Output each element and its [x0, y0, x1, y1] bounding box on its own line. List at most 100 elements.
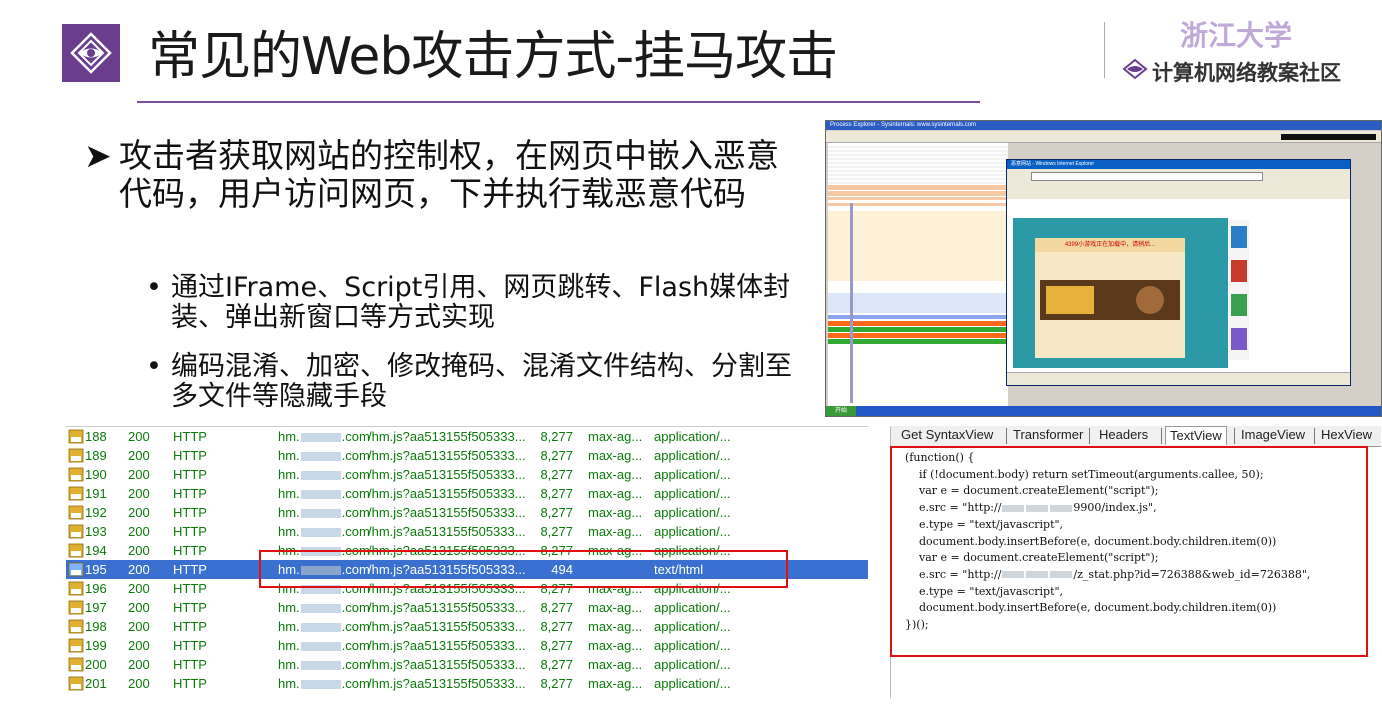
cell-result: 200	[128, 676, 150, 691]
cell-host: hm. .com	[278, 465, 370, 484]
host-suffix: .com	[341, 467, 370, 482]
js-file-icon	[68, 619, 84, 634]
cell-caching: max-ag...	[588, 524, 643, 539]
university-logo-text: 浙江大学	[1180, 19, 1293, 52]
tab-imageview[interactable]: ImageView	[1241, 426, 1305, 444]
cell-caching: max-ag...	[588, 638, 643, 653]
cell-url: /hm.js?aa513155f505333...	[368, 467, 526, 482]
diamond-eye-icon	[62, 24, 120, 82]
ie-status-bar	[1007, 372, 1350, 385]
main-bullet-text: 攻击者获取网站的控制权，在网页中嵌入恶意代码，用户访问网页，下并执行载恶意代码	[119, 136, 779, 213]
tab-headers[interactable]: Headers	[1099, 426, 1148, 444]
cell-number: 192	[85, 505, 107, 520]
cell-host: hm. .com	[278, 427, 370, 446]
js-file-icon	[68, 505, 84, 520]
tab-textview[interactable]: TextView	[1165, 426, 1227, 445]
cell-caching: max-ag...	[588, 600, 643, 615]
cell-protocol: HTTP	[173, 600, 207, 615]
game-banner-icon	[1040, 280, 1180, 320]
cell-content-type: application/...	[654, 524, 731, 539]
cell-number: 191	[85, 486, 107, 501]
cell-protocol: HTTP	[173, 619, 207, 634]
cell-number: 201	[85, 676, 107, 691]
cell-url: /hm.js?aa513155f505333...	[368, 600, 526, 615]
sub-bullet-2-text: 编码混淆、加密、修改掩码、混淆文件结构、分割至多文件等隐藏手段	[171, 351, 792, 412]
redacted-host	[300, 490, 341, 500]
cell-caching: max-ag...	[588, 505, 643, 520]
cell-body-size: 8,277	[540, 486, 573, 501]
host-suffix: .com	[341, 524, 370, 539]
cell-number: 198	[85, 619, 107, 634]
cell-number: 193	[85, 524, 107, 539]
redacted-host	[300, 433, 341, 443]
host-suffix: .com	[341, 676, 370, 691]
cell-number: 199	[85, 638, 107, 653]
table-row[interactable]: 193 200 HTTP hm. .com/hm.js?aa513155f505333.…	[66, 522, 868, 541]
table-row[interactable]: 200 200 HTTP hm. .com/hm.js?aa513155f505333.…	[66, 655, 868, 674]
tab-separator	[1234, 428, 1235, 444]
ie-page-body: 4399小游戏正在加载中，请稍后...	[1007, 200, 1350, 372]
table-row[interactable]: 190 200 HTTP hm. .com/hm.js?aa513155f505333.…	[66, 465, 868, 484]
cell-number: 189	[85, 448, 107, 463]
cell-body-size: 8,277	[540, 505, 573, 520]
host-suffix: .com	[341, 638, 370, 653]
js-file-icon	[68, 581, 84, 596]
table-row[interactable]: 198 200 HTTP hm. .com/hm.js?aa513155f505333.…	[66, 617, 868, 636]
tab-transformer[interactable]: Transformer	[1013, 426, 1083, 444]
redacted-host	[300, 680, 341, 690]
table-row[interactable]: 197 200 HTTP hm. .com/hm.js?aa513155f505333.…	[66, 598, 868, 617]
cell-body-size: 8,277	[540, 600, 573, 615]
cell-body-size: 8,277	[540, 676, 573, 691]
cell-url: /hm.js?aa513155f505333...	[368, 505, 526, 520]
table-row[interactable]: 188 200 HTTP hm. .com/hm.js?aa513155f505333.…	[66, 427, 868, 446]
cell-host: hm. .com	[278, 636, 370, 655]
community-diamond-icon	[1122, 58, 1148, 85]
js-file-icon	[68, 524, 84, 539]
start-button: 开始	[826, 406, 856, 416]
tab-hexview[interactable]: HexView	[1321, 426, 1372, 444]
cell-caching: max-ag...	[588, 657, 643, 672]
table-row[interactable]: 191 200 HTTP hm. .com/hm.js?aa513155f505333.…	[66, 484, 868, 503]
cell-host: hm. .com	[278, 522, 370, 541]
title-underline	[137, 101, 980, 103]
table-row[interactable]: 189 200 HTTP hm. .com/hm.js?aa513155f505333.…	[66, 446, 868, 465]
cell-result: 200	[128, 638, 150, 653]
ie-page-background: 4399小游戏正在加载中，请稍后...	[1013, 218, 1228, 368]
host-suffix: .com	[341, 486, 370, 501]
cell-result: 200	[128, 600, 150, 615]
cell-number: 194	[85, 543, 107, 558]
html-file-icon	[68, 562, 84, 577]
community-name: 计算机网络教案社区	[1152, 61, 1341, 85]
cell-number: 196	[85, 581, 107, 596]
host-suffix: .com	[341, 619, 370, 634]
cell-host: hm. .com	[278, 674, 370, 693]
cell-body-size: 8,277	[540, 619, 573, 634]
cell-number: 190	[85, 467, 107, 482]
table-row[interactable]: 192 200 HTTP hm. .com/hm.js?aa513155f505333.…	[66, 503, 868, 522]
js-file-icon	[68, 486, 84, 501]
process-rows-graphic	[828, 143, 1008, 411]
cell-url: /hm.js?aa513155f505333...	[368, 448, 526, 463]
cell-body-size: 8,277	[540, 524, 573, 539]
table-row[interactable]: 201 200 HTTP hm. .com/hm.js?aa513155f505333.…	[66, 674, 868, 693]
arrow-bullet-icon: ➤	[84, 136, 112, 175]
cell-content-type: application/...	[654, 619, 731, 634]
dot-bullet-icon: •	[146, 272, 162, 303]
redacted-host	[300, 661, 341, 671]
cell-content-type: application/...	[654, 676, 731, 691]
cell-protocol: HTTP	[173, 562, 207, 577]
slide-logo-mark	[62, 24, 120, 82]
cell-caching: max-ag...	[588, 619, 643, 634]
tab-separator	[1161, 428, 1162, 444]
cell-protocol: HTTP	[173, 543, 207, 558]
host-prefix: hm.	[278, 467, 300, 482]
cell-number: 197	[85, 600, 107, 615]
cell-url: /hm.js?aa513155f505333...	[368, 676, 526, 691]
cell-result: 200	[128, 524, 150, 539]
cell-result: 200	[128, 448, 150, 463]
cell-url: /hm.js?aa513155f505333...	[368, 619, 526, 634]
tab-syntaxview[interactable]: Get SyntaxView	[901, 426, 993, 444]
game-card-header: 4399小游戏正在加载中，请稍后...	[1035, 238, 1185, 252]
table-row[interactable]: 199 200 HTTP hm. .com/hm.js?aa513155f505333.…	[66, 636, 868, 655]
cpu-graph	[1281, 134, 1376, 140]
